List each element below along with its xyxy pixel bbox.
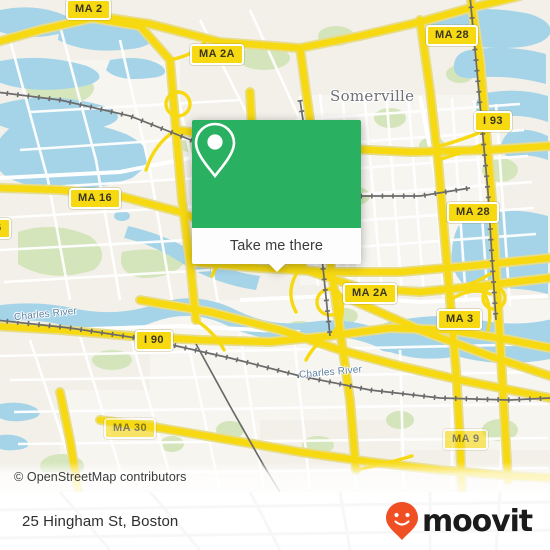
destination-info-card[interactable]: Take me there (192, 120, 361, 272)
card-action-row[interactable]: Take me there (192, 228, 361, 272)
moovit-map-screen: Somerville Charles River Charles River M… (0, 0, 550, 550)
card-pointer-tail (267, 263, 286, 272)
map-pin-icon (194, 122, 236, 179)
take-me-there-label: Take me there (229, 238, 324, 254)
moovit-smiley-pin-icon (385, 502, 418, 540)
footer-bar: 25 Hingham St, Boston moovit (0, 492, 550, 550)
moovit-wordmark: moovit (421, 503, 533, 539)
map-canvas[interactable]: Somerville Charles River Charles River M… (0, 0, 550, 492)
moovit-logo[interactable]: moovit (385, 501, 533, 541)
address-label: 25 Hingham St, Boston (22, 512, 179, 530)
osm-attribution[interactable]: © OpenStreetMap contributors (14, 470, 187, 484)
card-header (192, 120, 361, 228)
